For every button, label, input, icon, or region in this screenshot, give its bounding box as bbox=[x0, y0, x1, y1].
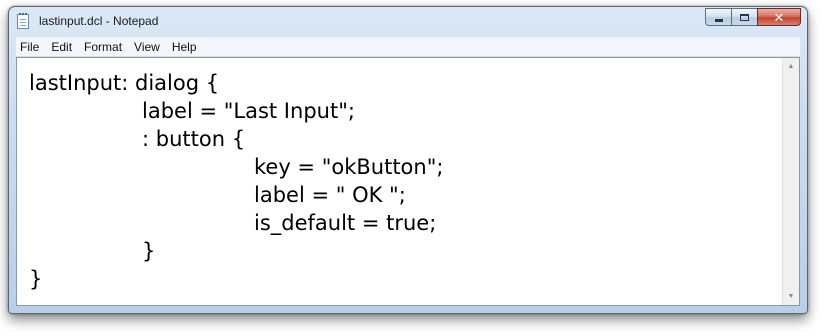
vertical-scrollbar[interactable]: ▲ ▼ bbox=[782, 58, 799, 305]
close-icon: ✕ bbox=[773, 9, 785, 25]
title-bar[interactable]: lastinput.dcl - Notepad ✕ bbox=[9, 7, 807, 35]
menu-format[interactable]: Format bbox=[78, 40, 128, 54]
code-line: label = " OK "; bbox=[254, 183, 406, 207]
code-line: key = "okButton"; bbox=[254, 155, 444, 179]
window-controls: ✕ bbox=[705, 8, 801, 27]
editor-text-area[interactable]: lastInput: dialog { label = "Last Input"… bbox=[17, 58, 782, 305]
text-editor[interactable]: lastInput: dialog { label = "Last Input"… bbox=[16, 57, 800, 306]
code-line: : button { bbox=[142, 127, 246, 151]
minimize-button[interactable] bbox=[705, 8, 731, 26]
code-line: } bbox=[142, 239, 156, 263]
maximize-icon bbox=[740, 13, 749, 21]
menu-edit[interactable]: Edit bbox=[45, 40, 78, 54]
close-button[interactable]: ✕ bbox=[757, 8, 801, 26]
menu-bar: File Edit Format View Help bbox=[16, 37, 800, 57]
minimize-icon bbox=[714, 18, 723, 22]
menu-help[interactable]: Help bbox=[166, 40, 203, 54]
code-line: label = "Last Input"; bbox=[142, 99, 355, 123]
menu-view[interactable]: View bbox=[128, 40, 166, 54]
code-line: is_default = true; bbox=[254, 211, 437, 235]
scroll-down-icon[interactable]: ▼ bbox=[783, 288, 799, 305]
menu-file[interactable]: File bbox=[16, 40, 45, 54]
code-line: } bbox=[29, 267, 43, 291]
scroll-up-icon[interactable]: ▲ bbox=[783, 58, 799, 75]
maximize-button[interactable] bbox=[731, 8, 757, 26]
window-title: lastinput.dcl - Notepad bbox=[39, 14, 159, 28]
code-line: lastInput: dialog { bbox=[29, 71, 220, 95]
notepad-icon[interactable] bbox=[17, 13, 29, 29]
notepad-window: lastinput.dcl - Notepad ✕ File Edit Form… bbox=[8, 6, 808, 314]
